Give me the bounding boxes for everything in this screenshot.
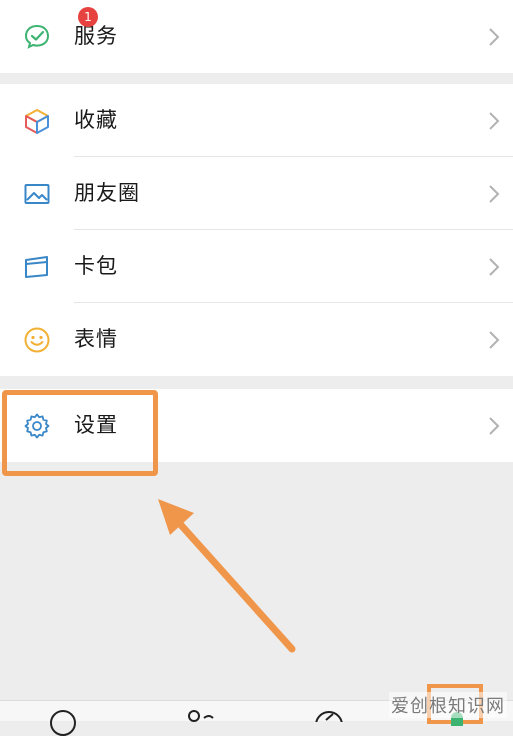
menu-label-favorites: 收藏 (74, 108, 118, 132)
chevron-right-icon (489, 330, 500, 349)
chevron-right-icon (489, 257, 500, 276)
menu-item-cards[interactable]: 卡包 (0, 230, 513, 303)
watermark-text: 爱创根知识网 (389, 692, 507, 718)
wechat-service-icon (22, 22, 52, 52)
smiley-icon (22, 325, 52, 355)
chevron-right-icon (489, 27, 500, 46)
cube-icon (22, 106, 52, 136)
chats-unread-badge: 1 (78, 7, 98, 27)
menu-item-moments[interactable]: 朋友圈 (0, 157, 513, 230)
tab-chats-icon[interactable] (50, 710, 76, 736)
chevron-right-icon (489, 111, 500, 130)
menu-label-stickers: 表情 (74, 327, 118, 351)
pointer-arrow (158, 499, 296, 653)
menu-label-services: 服务 (74, 24, 118, 48)
settings-highlight-box (2, 390, 158, 476)
menu-item-stickers[interactable]: 表情 (0, 303, 513, 376)
wallet-icon (22, 252, 52, 282)
features-group: 收藏 朋友圈 卡包 表情 (0, 84, 513, 376)
menu-item-services[interactable]: 服务 (0, 0, 513, 73)
chevron-right-icon (489, 416, 500, 435)
picture-icon (22, 179, 52, 209)
menu-label-moments: 朋友圈 (74, 181, 140, 205)
menu-item-favorites[interactable]: 收藏 (0, 84, 513, 157)
menu-label-cards: 卡包 (74, 254, 118, 278)
chevron-right-icon (489, 184, 500, 203)
services-group: 服务 (0, 0, 513, 73)
